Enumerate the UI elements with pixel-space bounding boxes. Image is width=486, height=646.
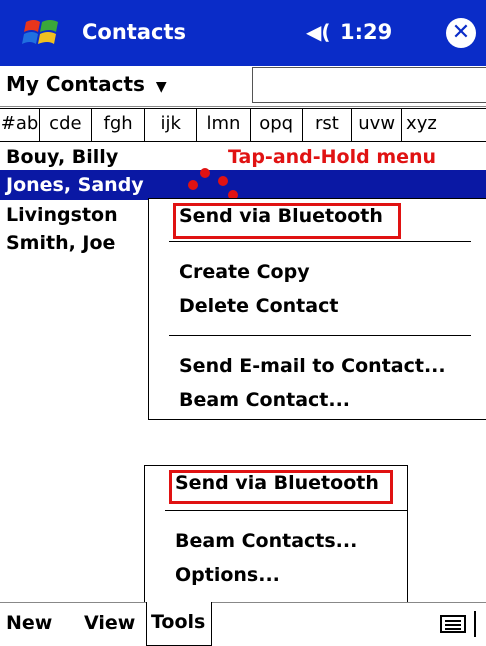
menu-item-options[interactable]: Options... [175, 564, 280, 586]
menu-item-beam-contacts[interactable]: Beam Contacts... [175, 530, 357, 552]
tab-ijk[interactable]: ijk [145, 109, 198, 141]
title-bar: Contacts ◀​( 1:29 ✕ [0, 0, 486, 66]
tab-xyz[interactable]: xyz [402, 109, 486, 141]
annotation-label: Tap-and-Hold menu [228, 146, 437, 168]
speaker-icon[interactable]: ◀​( [306, 20, 331, 44]
menu-item-send-bluetooth[interactable]: Send via Bluetooth [179, 205, 383, 227]
alphabet-tabs: #ab cde fgh ijk lmn opq rst uvw xyz [0, 108, 486, 142]
context-menu: Send via Bluetooth Create Copy Delete Co… [148, 198, 486, 420]
tap-hold-indicator-dot [218, 176, 228, 186]
menu-separator [169, 335, 471, 336]
menu-item-delete-contact[interactable]: Delete Contact [179, 295, 338, 317]
menu-separator [165, 510, 407, 511]
tools-menu: Send via Bluetooth Beam Contacts... Opti… [144, 465, 408, 605]
tab-fgh[interactable]: fgh [92, 109, 146, 141]
divider [474, 611, 476, 637]
filter-row: My Contacts ▼ [0, 66, 486, 107]
tab-opq[interactable]: opq [251, 109, 303, 141]
menu-tools-tab[interactable]: Tools [146, 602, 212, 646]
tap-hold-indicator-dot [200, 168, 210, 178]
search-input[interactable] [252, 67, 486, 103]
app-title: Contacts [82, 20, 186, 44]
menu-item-send-email[interactable]: Send E-mail to Contact... [179, 355, 446, 377]
category-dropdown[interactable]: My Contacts ▼ [6, 72, 167, 96]
tab-lmn[interactable]: lmn [197, 109, 251, 141]
menu-tools: Tools [151, 611, 206, 633]
menu-new[interactable]: New [6, 603, 52, 646]
windows-start-icon[interactable] [20, 16, 64, 50]
keyboard-icon[interactable] [440, 615, 466, 633]
close-icon[interactable]: ✕ [446, 18, 476, 48]
tap-hold-indicator-dot [188, 180, 198, 190]
menu-item-send-bluetooth[interactable]: Send via Bluetooth [175, 472, 379, 494]
clock[interactable]: 1:29 [340, 20, 392, 44]
tab-cde[interactable]: cde [40, 109, 92, 141]
bottom-menu-bar: New View Tools [0, 602, 486, 646]
tab-uvw[interactable]: uvw [352, 109, 403, 141]
menu-separator [169, 241, 471, 242]
menu-item-beam-contact[interactable]: Beam Contact... [179, 389, 350, 411]
menu-item-create-copy[interactable]: Create Copy [179, 261, 310, 283]
category-dropdown-label: My Contacts [6, 72, 145, 96]
chevron-down-icon: ▼ [155, 79, 167, 95]
menu-view[interactable]: View [84, 603, 135, 646]
list-item-selected[interactable]: Jones, Sandy [0, 170, 486, 200]
tab-ab[interactable]: #ab [0, 109, 41, 141]
tab-rst[interactable]: rst [303, 109, 353, 141]
